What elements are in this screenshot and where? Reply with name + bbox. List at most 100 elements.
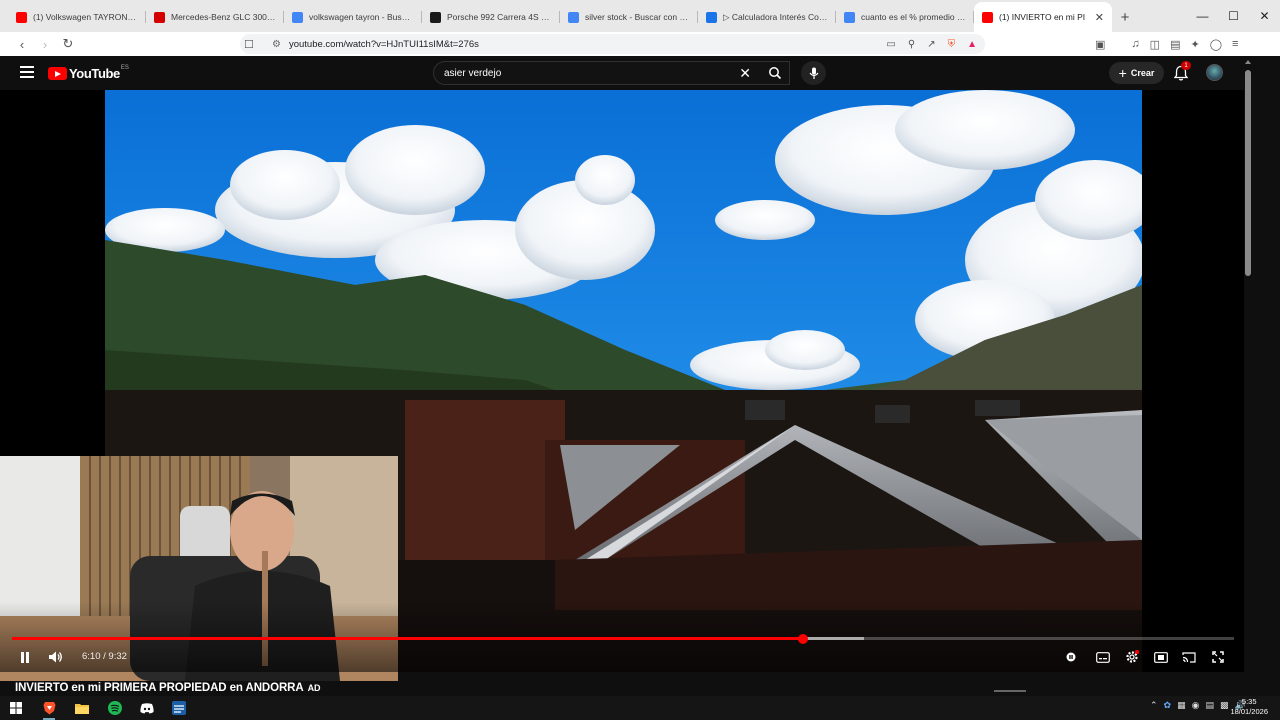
browser-tab[interactable]: silver stock - Buscar con Goo (560, 2, 698, 32)
file-explorer-icon[interactable] (73, 699, 91, 717)
discord-icon[interactable] (138, 699, 156, 717)
settings-button[interactable] (1120, 645, 1144, 669)
played-bar (12, 637, 803, 640)
underline-decoration (994, 690, 1026, 692)
youtube-icon (16, 11, 27, 23)
cast-icon[interactable]: ▭ (886, 39, 895, 50)
browser-tab-title: (1) Volkswagen TAYRON: Un tr (33, 12, 138, 22)
site-icon (430, 11, 441, 23)
autoplay-toggle[interactable] (1059, 645, 1083, 669)
create-button[interactable]: + Crear (1109, 62, 1164, 84)
subtitles-icon (1096, 651, 1110, 663)
account-avatar[interactable] (1206, 64, 1223, 81)
volume-icon (49, 651, 62, 663)
search-box: ✕ (433, 61, 790, 85)
sidebar-icon[interactable]: ◫ (1150, 38, 1160, 51)
reload-icon[interactable]: ↻ (58, 36, 78, 52)
network-icon[interactable]: ▩ (1220, 700, 1229, 711)
pen-icon (706, 11, 717, 23)
browser-tab-title: silver stock - Buscar con Goo (585, 12, 690, 22)
youtube-logo[interactable]: YouTube ES (48, 64, 129, 81)
spotify-icon[interactable] (106, 699, 124, 717)
google-icon (568, 11, 579, 23)
volume-button[interactable] (44, 645, 68, 669)
brand-icon (154, 11, 165, 23)
video-player[interactable]: 6:10 / 9:32 (0, 90, 1244, 681)
bookmark-icon[interactable]: ☐ (244, 38, 254, 51)
browser-tab[interactable]: (1) INVIERTO en mi PI ✕ (974, 2, 1112, 32)
notification-badge: 1 (1181, 61, 1191, 70)
browser-tab[interactable]: (1) Volkswagen TAYRON: Un tr (8, 2, 146, 32)
current-time: 6:10 (82, 651, 101, 662)
window-controls: — ☐ ✕ (1187, 0, 1280, 32)
subtitles-button[interactable] (1091, 645, 1115, 669)
tray-usb-icon[interactable]: ▦ (1177, 700, 1186, 711)
browser-tab-title: Mercedes-Benz GLC 300 de (171, 12, 276, 22)
page-scrollbar[interactable] (1244, 56, 1252, 696)
fullscreen-button[interactable] (1206, 645, 1230, 669)
media-icon[interactable]: ♫ (1131, 38, 1139, 50)
cast-button[interactable] (1177, 645, 1201, 669)
ad-badge: AD (307, 683, 321, 693)
minimize-icon[interactable]: — (1187, 0, 1218, 32)
tab-search-icon[interactable]: ▣ (1095, 38, 1105, 51)
tray-steam-icon[interactable]: ✿ (1164, 700, 1172, 711)
zoom-icon[interactable]: ⚲ (908, 39, 915, 50)
forward-icon[interactable]: › (35, 37, 55, 52)
clock-time: 5:35 (1241, 697, 1257, 706)
google-icon (292, 11, 303, 23)
miniplayer-button[interactable] (1149, 645, 1173, 669)
browser-tab-strip: (1) Volkswagen TAYRON: Un tr Mercedes-Ben… (0, 0, 1280, 32)
tray-discord-icon[interactable]: ◉ (1192, 700, 1200, 711)
vpn-icon[interactable]: ◯ (1210, 38, 1222, 51)
brave-browser-icon[interactable] (40, 699, 58, 720)
hamburger-menu-icon[interactable] (20, 66, 34, 78)
site-info-icon[interactable]: ⚙ (272, 39, 281, 50)
browser-tab-title: ▷ Calculadora Interés Compu (723, 11, 828, 22)
autoplay-icon (1066, 652, 1076, 662)
browser-tab[interactable]: cuanto es el % promedio que (836, 2, 974, 32)
browser-tab-title: cuanto es el % promedio que (861, 12, 966, 22)
rewards-icon[interactable]: ▲ (967, 39, 977, 50)
browser-tab[interactable]: Mercedes-Benz GLC 300 de (146, 2, 284, 32)
fullscreen-icon (1212, 651, 1224, 663)
voice-search-button[interactable] (801, 61, 826, 85)
brave-shield-icon[interactable]: ⛨ (948, 39, 956, 50)
tray-overflow-icon[interactable]: ⌃ (1150, 700, 1158, 711)
windows-start-icon[interactable] (7, 699, 25, 717)
menu-icon[interactable]: ≡ (1232, 38, 1238, 50)
wallet-icon[interactable]: ▤ (1170, 38, 1180, 51)
windows-taskbar: ⌃ ✿ ▦ ◉ ▤ ▩ 🔊 5:35 18/01/2026 (0, 696, 1280, 720)
new-tab-button[interactable]: + (1112, 2, 1138, 32)
youtube-masthead: YouTube ES ✕ + Crear 1 (0, 56, 1244, 90)
region-code: ES (120, 64, 129, 71)
back-icon[interactable]: ‹ (12, 37, 32, 52)
clear-search-icon[interactable]: ✕ (739, 65, 751, 82)
pause-icon (21, 651, 29, 663)
browser-tab[interactable]: Porsche 992 Carrera 4S Mkl (422, 2, 560, 32)
browser-tab-title: (1) INVIERTO en mi PI (999, 12, 1086, 22)
browser-tab[interactable]: volkswagen tayron - Buscar c (284, 2, 422, 32)
search-button[interactable] (760, 61, 790, 85)
address-bar[interactable]: ☐ ⚙ youtube.com/watch?v=HJnTUI11sIM&t=27… (240, 34, 985, 54)
scroll-up-icon[interactable] (1245, 60, 1251, 64)
share-icon[interactable]: ↗ (927, 39, 935, 50)
close-tab-icon[interactable]: ✕ (1095, 11, 1104, 24)
video-title: INVIERTO en mi PRIMERA PROPIEDAD en ANDO… (15, 682, 320, 694)
player-controls: 6:10 / 9:32 (0, 645, 1244, 669)
leo-icon[interactable]: ✦ (1190, 38, 1199, 51)
steam-icon[interactable] (170, 699, 188, 717)
close-window-icon[interactable]: ✕ (1249, 0, 1280, 32)
scrubber-handle[interactable] (797, 633, 808, 644)
pause-button[interactable] (13, 645, 37, 669)
extensions-area: ▣ ♫ ◫ ▤ ✦ ◯ ≡ (1095, 32, 1238, 56)
browser-tab[interactable]: ▷ Calculadora Interés Compu (698, 2, 836, 32)
maximize-icon[interactable]: ☐ (1218, 0, 1249, 32)
browser-tab-title: volkswagen tayron - Buscar c (309, 12, 414, 22)
cast-icon (1182, 651, 1196, 663)
tray-audio-device-icon[interactable]: ▤ (1205, 700, 1214, 711)
progress-bar[interactable] (12, 633, 1234, 644)
taskbar-clock[interactable]: 5:35 18/01/2026 (1230, 697, 1268, 717)
scrollbar-thumb[interactable] (1245, 70, 1251, 276)
search-input[interactable] (444, 67, 734, 79)
